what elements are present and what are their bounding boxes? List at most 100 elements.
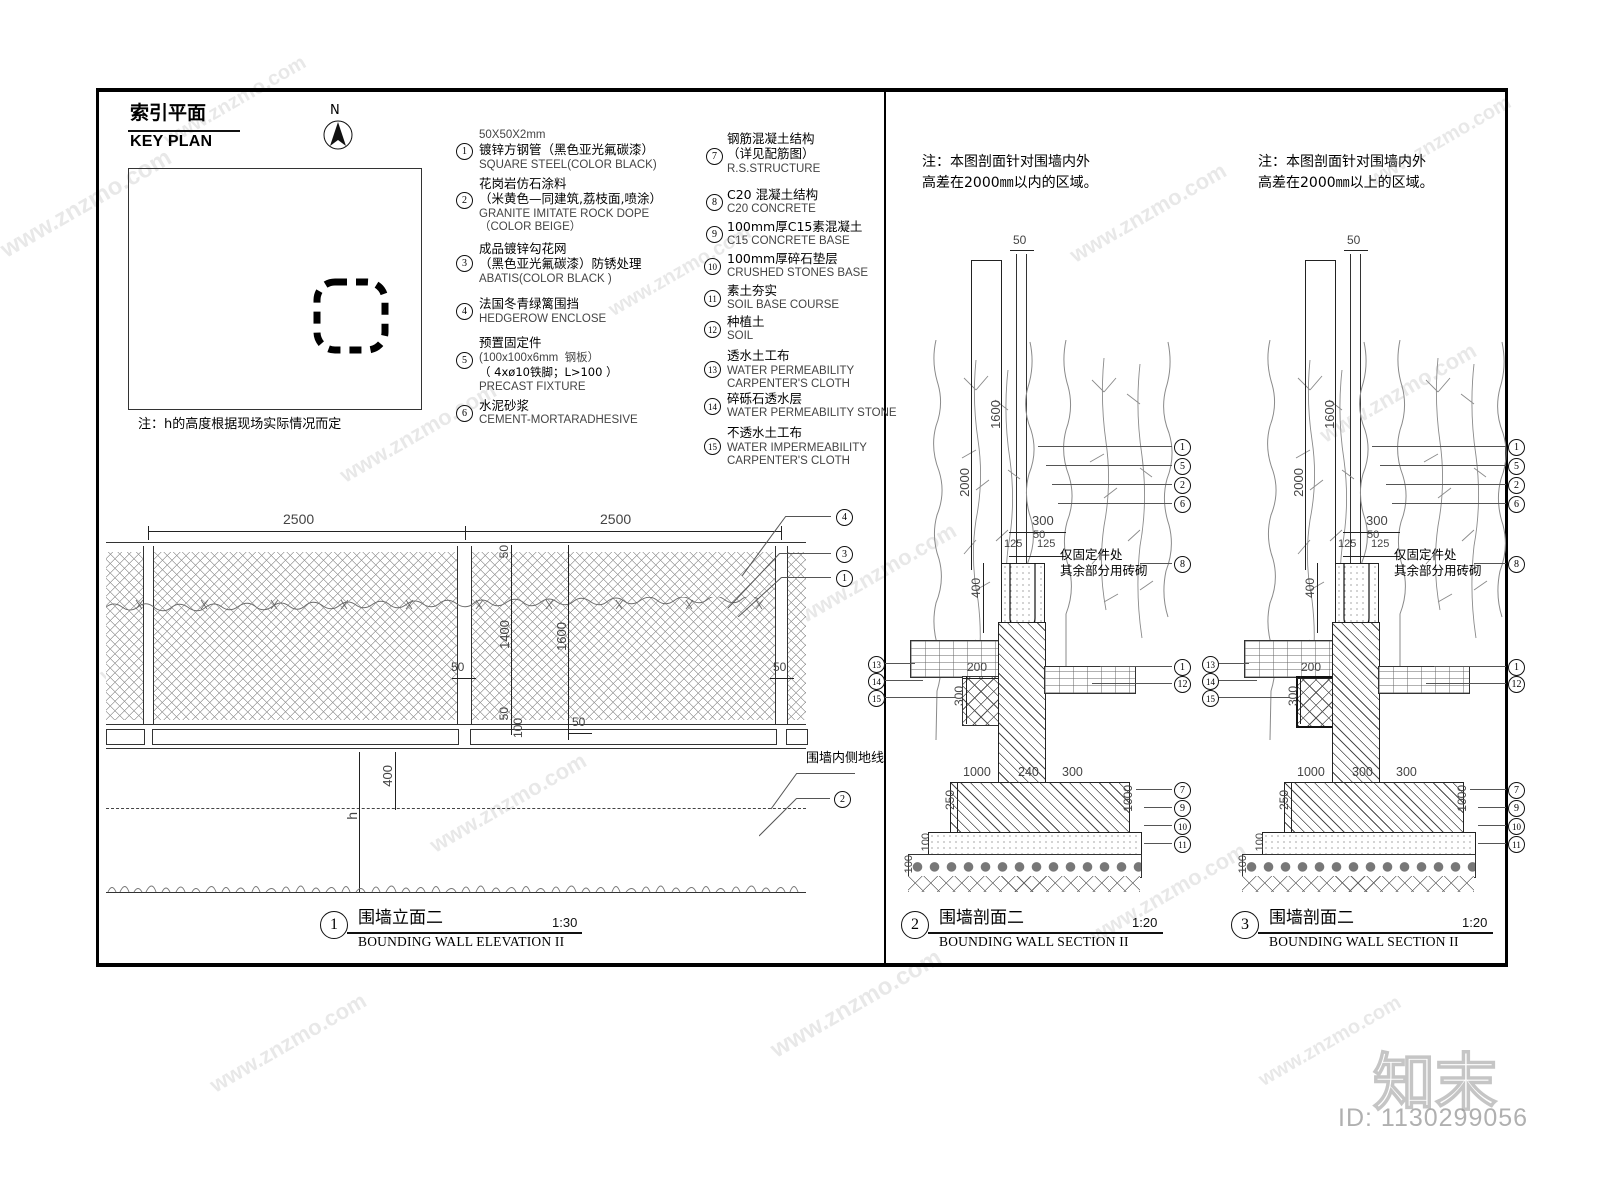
s3-dim-125-line xyxy=(1343,556,1400,557)
elev-inner-ground-leader xyxy=(797,773,855,774)
s2-soil-base-course xyxy=(908,876,1140,892)
s3-callout-12-num: 12 xyxy=(1511,679,1522,690)
watermark-tile: www.znzmo.com xyxy=(1254,991,1405,1091)
s2-dim-1000-left: 1000 xyxy=(963,765,991,779)
s2-leader-15 xyxy=(885,697,955,698)
elev-dim-tick-l xyxy=(148,526,149,540)
s3-c15-base xyxy=(1262,832,1476,856)
key-plan-title-cn: 索引平面 xyxy=(130,102,207,124)
s2-callout-13: 13 xyxy=(868,656,885,673)
key-plan-title-underline xyxy=(128,130,240,132)
s2-callout-10-num: 10 xyxy=(1178,821,1187,832)
legend-13-line-2: CARPENTER'S CLOTH xyxy=(727,378,850,390)
s2-callout-15-num: 15 xyxy=(872,693,881,704)
s3-dim-50-post-line xyxy=(1344,250,1368,251)
s2-leader-8 xyxy=(1140,563,1172,564)
s3-dim-250-line xyxy=(1291,782,1292,832)
elev-dim-tick-m xyxy=(465,526,466,540)
legend-bubble-1: 1 xyxy=(456,143,473,160)
section2-note-line-1: 高差在2000㎜以内的区域。 xyxy=(922,175,1098,191)
s3-callout-15-num: 15 xyxy=(1206,693,1215,704)
s3-dim-2000-line xyxy=(1305,260,1306,570)
s3-callout-11: 11 xyxy=(1508,836,1525,853)
s3-callout-13-num: 13 xyxy=(1206,659,1215,670)
s3-dim-250: 250 xyxy=(1277,790,1291,811)
s3-leader-7 xyxy=(1470,789,1506,790)
s3-dim-300-mid: 300 xyxy=(1352,765,1373,779)
s2-dim-240: 240 xyxy=(1018,765,1039,779)
legend-9-line-0: 100mm厚C15素混凝土 xyxy=(727,219,863,234)
legend-bubble-4: 4 xyxy=(456,303,473,320)
s3-dim-200-left: 200 xyxy=(1301,660,1322,674)
s2-callout-8-num: 8 xyxy=(1180,559,1185,570)
s3-wall-body-concrete xyxy=(1332,622,1380,784)
section3-title-cn: 围墙剖面二 xyxy=(1269,908,1354,928)
elev-dim-2500-left: 2500 xyxy=(283,511,315,527)
s3-dim-1000-right: 1000 xyxy=(1455,785,1469,812)
elev-inner-ground-label: 围墙内侧地线 xyxy=(806,751,885,766)
s3-soil-base-course xyxy=(1242,876,1474,892)
s3-callout-2-num: 2 xyxy=(1514,480,1519,491)
elev-post-1 xyxy=(457,546,472,724)
legend-bubble-num: 10 xyxy=(708,261,717,272)
s3-crushed-stone-base xyxy=(1242,854,1476,878)
elev-dim-50-postB: 50 xyxy=(773,660,787,674)
s3-dim-125-left: 125 xyxy=(1338,538,1357,550)
legend-bubble-7: 7 xyxy=(706,148,723,165)
legend-9-line-1: C15 CONCRETE BASE xyxy=(727,235,850,247)
legend-2-line-2: GRANITE IMITATE ROCK DOPE xyxy=(479,208,650,220)
s2-footing-dim-line xyxy=(950,782,1128,783)
section3-note-line-0: 注：本图剖面针对围墙内外 xyxy=(1258,154,1426,170)
legend-bubble-num: 5 xyxy=(462,355,467,366)
s2-callout-10: 10 xyxy=(1174,818,1191,835)
s3-leader-10 xyxy=(1478,825,1506,826)
legend-4-line-1: HEDGEROW ENCLOSE xyxy=(479,313,607,325)
s3-soil-texture-right xyxy=(1397,340,1507,670)
s2-dim-250: 250 xyxy=(943,790,957,811)
s2-dim-125-line xyxy=(1009,556,1066,557)
elev-bottom-rail-top xyxy=(106,724,806,725)
elevation-title-cn: 围墙立面二 xyxy=(358,908,443,928)
legend-15-line-0: 不透水土工布 xyxy=(727,425,803,440)
elev-rail-box-1 xyxy=(152,729,459,745)
legend-1-line-2: SQUARE STEEL(COLOR BLACK) xyxy=(479,159,657,171)
panel-divider-rule xyxy=(884,88,886,967)
legend-3-line-0: 成品镀锌勾花网 xyxy=(479,241,567,256)
s3-callout-14: 14 xyxy=(1202,673,1219,690)
elev-callout-1: 1 xyxy=(836,570,853,587)
legend-bubble-10: 10 xyxy=(704,258,721,275)
legend-12-line-1: SOIL xyxy=(727,330,754,342)
section3-title-en: BOUNDING WALL SECTION II xyxy=(1269,934,1459,949)
s3-callout-11-num: 11 xyxy=(1512,839,1521,850)
legend-5-line-1: (100x100x6mm 钢板） xyxy=(479,352,600,364)
s2-callout-11-num: 11 xyxy=(1178,839,1187,850)
legend-15-line-1: WATER IMPERMEABILITY xyxy=(727,442,867,454)
s3-callout-13: 13 xyxy=(1202,656,1219,673)
s3-callout-1-mid-num: 1 xyxy=(1514,662,1519,673)
legend-5-line-2: （ 4xø10铁脚；L>100 ） xyxy=(479,365,618,379)
s2-dim-125-right: 125 xyxy=(1037,538,1056,550)
s2-dim-400: 400 xyxy=(969,578,983,599)
s2-dim-200-left: 200 xyxy=(967,660,988,674)
s2-dim-100-a: 100 xyxy=(920,833,932,852)
s2-callout-1-mid: 1 xyxy=(1174,659,1191,676)
legend-7-line-1: （详见配筋图） xyxy=(727,146,815,161)
legend-7-line-2: R.S.STRUCTURE xyxy=(727,163,821,175)
elev-leader-2-kink xyxy=(759,798,798,837)
s3-dim-200-line xyxy=(1297,678,1333,679)
north-label: N xyxy=(330,103,340,118)
section3-title-scale: 1:20 xyxy=(1462,915,1488,930)
legend-3-line-2: ABATIS(COLOR BLACK ) xyxy=(479,273,612,285)
elev-leader-1-kink xyxy=(738,577,783,617)
elevation-title-en: BOUNDING WALL ELEVATION II xyxy=(358,934,565,949)
elev-callout-1-num: 1 xyxy=(842,573,847,584)
elevation-title-number: 1 xyxy=(330,916,338,933)
elev-twist-wire xyxy=(106,597,764,612)
s2-leader-10 xyxy=(1144,825,1172,826)
legend-13-line-1: WATER PERMEABILITY xyxy=(727,365,855,377)
legend-bubble-num: 1 xyxy=(462,146,467,157)
s3-callout-6-num: 6 xyxy=(1514,499,1519,510)
legend-bubble-num: 3 xyxy=(462,258,467,269)
s3-footing-dim-line xyxy=(1284,782,1462,783)
legend-7-line-0: 钢筋混凝土结构 xyxy=(727,131,815,146)
